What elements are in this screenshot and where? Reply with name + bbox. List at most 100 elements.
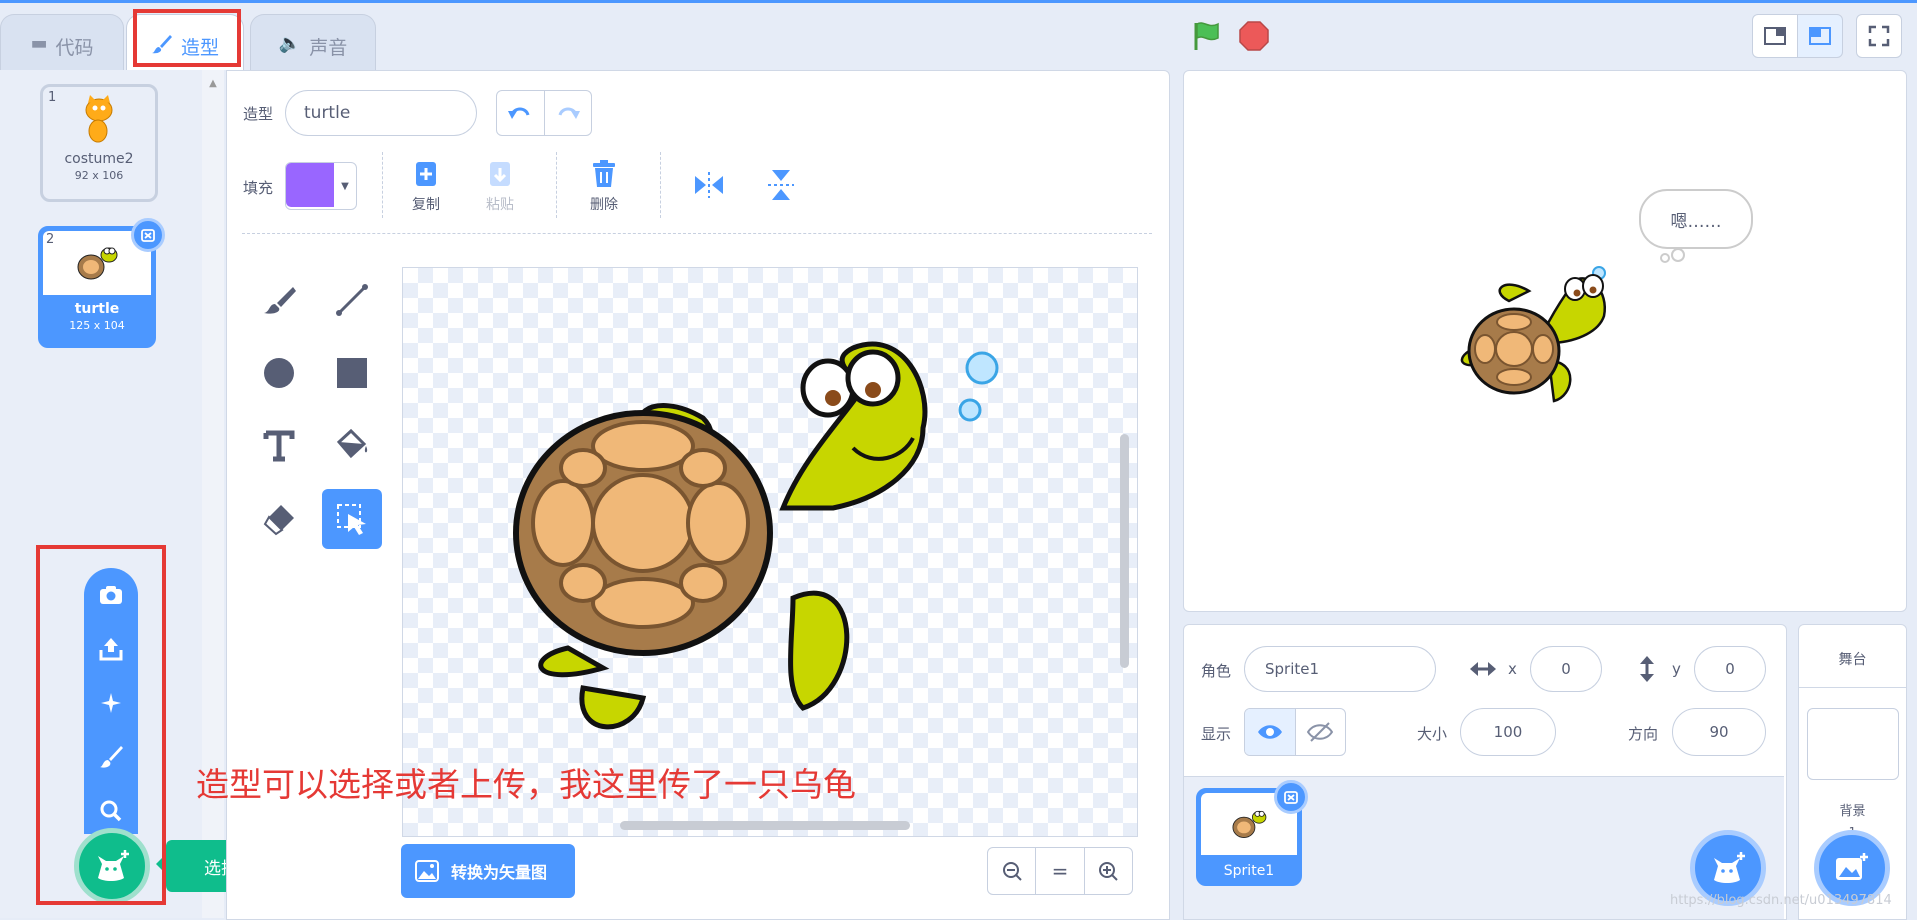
size-input[interactable]: 100 <box>1460 708 1556 756</box>
undo-icon <box>508 107 530 119</box>
stage-title: 舞台 <box>1838 652 1867 668</box>
paste-button[interactable]: 粘贴 <box>486 160 514 214</box>
brush-tool-icon <box>264 287 296 314</box>
close-icon <box>141 229 155 242</box>
fill-color-picker[interactable]: ▼ <box>285 162 357 210</box>
divider <box>382 152 384 218</box>
tab-code[interactable]: ▬ 代码 <box>0 14 124 70</box>
paste-icon <box>490 162 510 186</box>
large-stage-icon <box>1809 27 1831 45</box>
fill-color-swatch <box>286 163 334 207</box>
delete-sprite-button[interactable] <box>1274 780 1308 814</box>
highlight-costume-menu <box>36 545 166 905</box>
direction-input[interactable]: 90 <box>1672 708 1766 756</box>
divider <box>556 152 558 218</box>
zoom-in-button[interactable] <box>1085 848 1132 894</box>
flip-vertical-button[interactable] <box>766 168 796 206</box>
small-stage-button[interactable] <box>1752 14 1798 58</box>
turtle-drawing <box>513 341 999 730</box>
text-tool[interactable] <box>249 416 309 476</box>
annotation-text: 造型可以选择或者上传，我这里传了一只乌龟 <box>196 765 856 804</box>
y-input[interactable]: 0 <box>1694 646 1766 692</box>
circle-tool-icon <box>264 358 294 388</box>
costume-size: 92 x 106 <box>74 169 124 182</box>
green-flag-icon[interactable] <box>1190 20 1222 56</box>
flip-vertical-icon <box>768 170 794 200</box>
delete-button[interactable]: 删除 <box>590 160 618 214</box>
eraser-tool[interactable] <box>249 489 309 549</box>
vertical-arrows-icon <box>1637 656 1657 686</box>
convert-to-vector-button[interactable]: 转换为矢量图 <box>401 844 575 898</box>
highlight-costumes-tab <box>133 9 241 67</box>
direction-label: 方向 <box>1628 725 1659 743</box>
speaker-icon: 🔈 <box>278 33 302 54</box>
backdrop-label: 背景 <box>1839 804 1866 819</box>
image-icon <box>415 860 439 882</box>
costume-name-input[interactable]: turtle <box>285 90 477 136</box>
trash-icon <box>593 160 615 187</box>
eye-icon <box>1257 725 1282 739</box>
fill-label: 填充 <box>243 179 274 197</box>
show-label: 显示 <box>1201 725 1232 743</box>
text-tool-icon <box>263 430 295 462</box>
size-label: 大小 <box>1417 725 1448 743</box>
delete-label: 删除 <box>590 197 618 213</box>
fill-tool[interactable] <box>322 416 382 476</box>
stage[interactable]: 嗯…… <box>1183 70 1907 612</box>
costume-index: 1 <box>48 90 57 105</box>
backdrop-thumb <box>1806 708 1899 780</box>
tab-code-label: 代码 <box>55 37 94 59</box>
sprite-name-input[interactable]: Sprite1 <box>1244 646 1436 692</box>
costume-thumb-1[interactable]: 1 costume2 92 x 106 <box>40 84 158 202</box>
rectangle-tool-icon <box>337 358 367 388</box>
thought-dot <box>1660 253 1670 263</box>
undo-button[interactable] <box>497 91 545 135</box>
eraser-icon <box>263 505 294 536</box>
chevron-down-icon: ▼ <box>341 180 349 192</box>
canvas-horizontal-scrollbar[interactable] <box>620 821 910 830</box>
convert-vector-label: 转换为矢量图 <box>451 863 548 882</box>
zoom-out-icon <box>1002 862 1022 881</box>
line-tool-icon <box>336 284 368 316</box>
copy-button[interactable]: 复制 <box>412 160 440 214</box>
y-label: y <box>1672 660 1681 678</box>
line-tool[interactable] <box>322 270 382 330</box>
hide-button[interactable] <box>1296 709 1346 755</box>
paint-canvas[interactable] <box>402 267 1138 837</box>
turtle-sprite <box>1460 266 1607 403</box>
watermark: https://blog.csdn.net/u013497814 <box>1670 893 1892 908</box>
large-stage-button[interactable] <box>1797 14 1843 58</box>
delete-costume-button[interactable] <box>131 218 165 252</box>
brush-tool[interactable] <box>249 270 309 330</box>
zoom-out-button[interactable] <box>988 848 1037 894</box>
select-tool[interactable] <box>322 489 382 549</box>
eye-slash-icon <box>1307 722 1334 742</box>
rectangle-tool[interactable] <box>322 343 382 403</box>
flip-horizontal-icon <box>695 172 723 198</box>
fullscreen-icon <box>1868 25 1890 47</box>
show-button[interactable] <box>1245 709 1296 755</box>
horizontal-arrows-icon <box>1470 659 1496 683</box>
fullscreen-button[interactable] <box>1856 14 1902 58</box>
code-icon: ▬ <box>30 33 48 54</box>
add-backdrop-icon <box>1836 853 1868 880</box>
redo-icon <box>558 107 580 119</box>
fill-bucket-icon <box>336 428 368 459</box>
zoom-controls: = <box>987 847 1133 895</box>
x-input[interactable]: 0 <box>1530 646 1602 692</box>
costume-size: 125 x 104 <box>69 319 125 332</box>
visibility-toggle <box>1244 708 1346 756</box>
zoom-reset-button[interactable]: = <box>1036 848 1085 894</box>
canvas-vertical-scrollbar[interactable] <box>1120 434 1129 668</box>
stop-icon[interactable] <box>1238 20 1270 56</box>
select-cursor-icon <box>337 504 366 535</box>
zoom-in-icon <box>1099 862 1119 881</box>
x-label: x <box>1508 660 1517 678</box>
copy-label: 复制 <box>412 197 440 213</box>
circle-tool[interactable] <box>249 343 309 403</box>
close-icon <box>1284 791 1298 804</box>
flip-horizontal-button[interactable] <box>693 170 725 204</box>
tab-sounds[interactable]: 🔈 声音 <box>250 14 376 70</box>
redo-button[interactable] <box>545 91 592 135</box>
costume-index: 2 <box>46 232 55 247</box>
